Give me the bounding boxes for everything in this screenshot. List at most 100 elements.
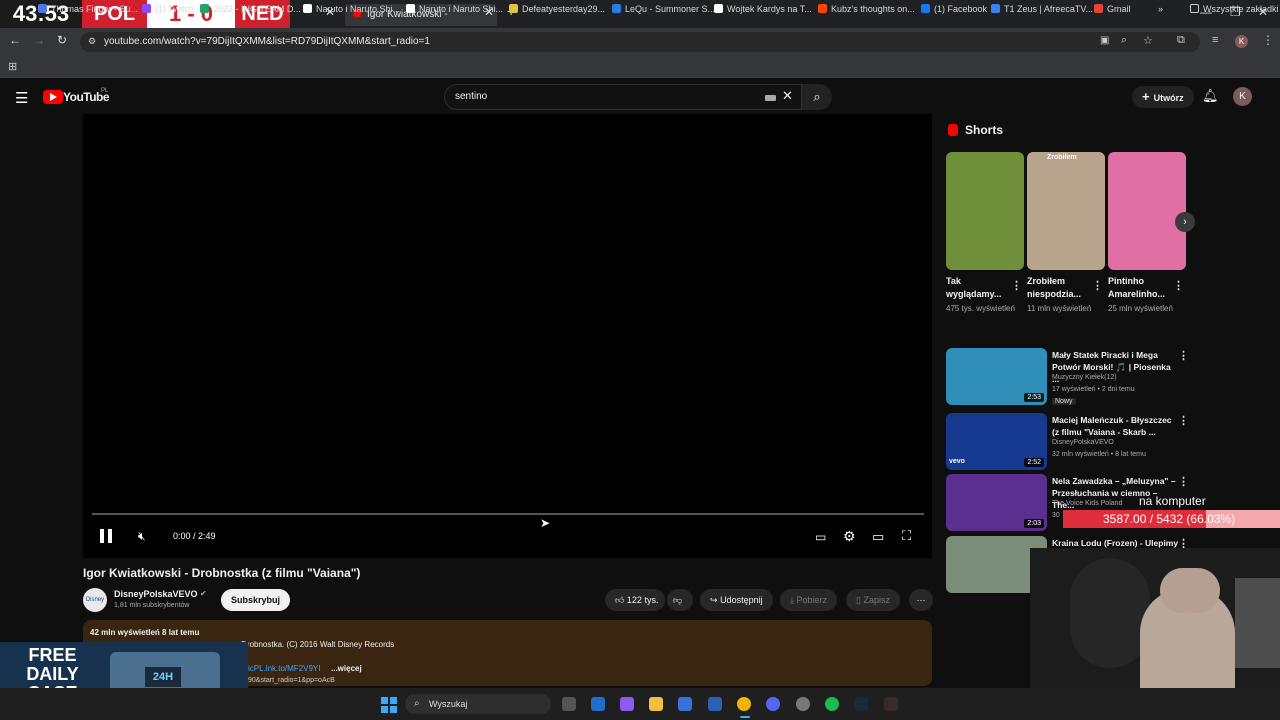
download-button[interactable]: ⤓ Pobierz	[780, 589, 838, 611]
spotify-icon[interactable]	[825, 697, 839, 711]
bookmark-item[interactable]: Kubz's thoughts on...	[818, 4, 915, 14]
reload-icon[interactable]: ↻	[57, 33, 67, 47]
bookmark-item[interactable]: Gmail	[1094, 4, 1131, 14]
rec-channel[interactable]: The Voice Kids Poland	[1052, 500, 1122, 507]
subtitles-icon[interactable]: ▭	[815, 530, 826, 544]
description-link[interactable]: icPL.lnk.to/MF2V9YI	[248, 664, 320, 673]
copilot-icon[interactable]	[620, 697, 634, 711]
rec-channel[interactable]: Muzyczny Kiełek(12)	[1052, 374, 1117, 381]
windows-start-icon[interactable]	[381, 697, 397, 713]
rec-thumbnail[interactable]: 2:53	[946, 348, 1047, 405]
extensions-icon[interactable]: ⧉	[1177, 34, 1185, 47]
bookmark-label: Wojtek Kardys na T...	[727, 4, 812, 14]
save-button[interactable]: ▯ Zapisz	[846, 589, 900, 611]
short-thumbnail[interactable]: Zrobiłem	[1027, 152, 1105, 270]
more-bookmarks-icon[interactable]: »	[1158, 4, 1163, 14]
like-button[interactable]: 👍︎ 122 tys.	[605, 589, 665, 611]
forward-icon[interactable]: →	[33, 33, 45, 47]
short-menu-icon[interactable]: ⋮	[1173, 279, 1184, 292]
dislike-button[interactable]: 👎︎	[667, 589, 693, 611]
app-icon[interactable]	[708, 697, 722, 711]
hamburger-menu-icon[interactable]: ☰	[15, 89, 28, 107]
bookmark-item[interactable]: Thomas Finger - Su...	[38, 4, 138, 14]
mute-icon[interactable]: 🔇︎	[138, 529, 146, 544]
rec-menu-icon[interactable]: ⋮	[1178, 349, 1189, 362]
clear-search-icon[interactable]: ✕	[782, 88, 793, 104]
bookmark-item[interactable]: Naruto i Naruto Shi...	[406, 4, 503, 14]
pause-icon[interactable]	[100, 529, 104, 543]
subscribe-button[interactable]: Subskrybuj	[221, 589, 291, 611]
share-button[interactable]: ↪ Udostępnij	[700, 589, 773, 611]
rec-menu-icon[interactable]: ⋮	[1178, 475, 1189, 488]
notifications-bell-icon[interactable]: 🔔︎	[1202, 88, 1219, 104]
bookmark-item[interactable]: Defeatyesterday29...	[509, 4, 605, 14]
reading-list-icon[interactable]: ≡	[1212, 34, 1218, 46]
short-title[interactable]: Zrobiłem niespodzia...	[1027, 275, 1089, 301]
shorts-logo-icon	[948, 124, 958, 136]
bookmark-item[interactable]: LeQu - Summoner S...	[612, 4, 715, 14]
bookmark-favicon-icon	[612, 4, 621, 13]
bookmark-item[interactable]: 2022 - IHG TEAM D...	[200, 4, 301, 14]
search-button[interactable]: ⌕	[802, 84, 832, 110]
rec-thumbnail[interactable]: vevo 2:52	[946, 413, 1047, 470]
url-text: youtube.com/watch?v=79DijItQXMM&list=RD7…	[104, 36, 430, 47]
discord-icon[interactable]	[766, 697, 780, 711]
shorts-next-icon[interactable]: ›	[1175, 212, 1195, 232]
zoom-icon[interactable]: ⌕	[1121, 34, 1127, 47]
short-menu-icon[interactable]: ⋮	[1092, 279, 1103, 292]
bookmarks-bar	[0, 56, 1280, 78]
create-button[interactable]: + Utwórz	[1132, 86, 1194, 108]
video-progress-bar[interactable]	[92, 513, 924, 515]
game-app-icon[interactable]	[884, 697, 898, 711]
short-menu-icon[interactable]: ⋮	[1011, 279, 1022, 292]
back-icon[interactable]: ←	[9, 33, 21, 47]
chrome-icon[interactable]	[737, 697, 751, 711]
task-view-icon[interactable]	[562, 697, 576, 711]
settings-app-icon[interactable]	[796, 697, 810, 711]
fullscreen-icon[interactable]: ⛶	[902, 528, 911, 544]
keyboard-icon[interactable]	[765, 95, 776, 101]
store-icon[interactable]	[678, 697, 692, 711]
outlook-icon[interactable]	[591, 697, 605, 711]
bookmark-favicon-icon	[818, 4, 827, 13]
menu-icon[interactable]: ⋮	[1262, 33, 1274, 47]
rec-menu-icon[interactable]: ⋮	[1178, 414, 1189, 427]
taskbar-search[interactable]: ⌕ Wyszukaj	[405, 694, 551, 714]
create-label: Utwórz	[1153, 93, 1184, 103]
bookmark-favicon-icon	[200, 4, 209, 13]
settings-gear-icon[interactable]: ⚙	[843, 528, 856, 545]
site-info-icon[interactable]: ⚙	[88, 36, 96, 47]
install-icon[interactable]: ▣	[1100, 35, 1109, 46]
bookmark-item[interactable]: (1) Twitch	[142, 4, 194, 14]
active-app-indicator	[740, 716, 750, 718]
address-bar[interactable]: youtube.com/watch?v=79DijItQXMM&list=RD7…	[80, 32, 1200, 52]
rec-channel[interactable]: DisneyPolskaVEVO	[1052, 439, 1114, 446]
bookmark-item[interactable]: Naruto i Naruto Shi...	[303, 4, 400, 14]
short-title[interactable]: Tak wyglądamy...	[946, 275, 1008, 301]
profile-avatar[interactable]: K	[1235, 35, 1248, 48]
file-explorer-icon[interactable]	[649, 697, 663, 711]
short-title[interactable]: Pintinho Amarelinho...	[1108, 275, 1170, 301]
channel-avatar[interactable]: Disney	[83, 588, 107, 612]
bookmark-label: Gmail	[1107, 4, 1131, 14]
short-thumbnail[interactable]	[946, 152, 1024, 270]
bookmark-item[interactable]: (1) Facebook	[921, 4, 987, 14]
more-actions-icon[interactable]: ⋯	[909, 589, 933, 611]
steam-icon[interactable]	[854, 697, 868, 711]
video-player[interactable]	[83, 114, 932, 558]
rec-thumbnail[interactable]: 2:03	[946, 474, 1047, 531]
show-more-link[interactable]: ...więcej	[331, 664, 362, 673]
search-input[interactable]: sentino	[444, 84, 802, 110]
apps-icon[interactable]: ⊞	[8, 60, 17, 73]
bookmark-item[interactable]: T1 Zeus | AfreecaTV...	[991, 4, 1093, 14]
short-thumbnail[interactable]	[1108, 152, 1186, 270]
bookmark-star-icon[interactable]: ☆	[1143, 34, 1153, 47]
like-count: 122 tys.	[626, 595, 659, 605]
account-avatar[interactable]: K	[1233, 87, 1252, 106]
theater-mode-icon[interactable]: ▭	[872, 529, 884, 545]
youtube-logo-icon[interactable]	[43, 90, 63, 104]
channel-name[interactable]: DisneyPolskaVEVO	[114, 589, 198, 599]
bookmark-item[interactable]: Wojtek Kardys na T...	[714, 4, 812, 14]
rec-title[interactable]: Maciej Maleńczuk - Błyszczec (z filmu "V…	[1052, 414, 1180, 438]
all-bookmarks[interactable]: Wszystkie zakładki	[1190, 4, 1279, 14]
